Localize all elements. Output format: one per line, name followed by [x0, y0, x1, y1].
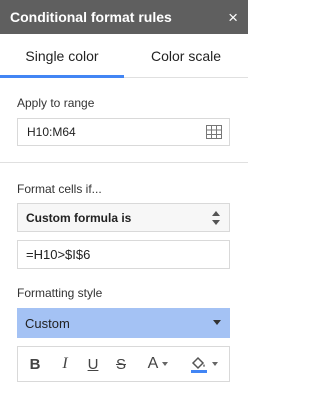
underline-button[interactable]: U	[82, 347, 104, 381]
chevron-down-icon	[212, 362, 218, 366]
formatting-style-value: Custom	[25, 315, 70, 331]
format-toolbar: B I U S A	[17, 346, 230, 382]
select-range-icon[interactable]	[206, 125, 222, 139]
strikethrough-button[interactable]: S	[110, 347, 132, 381]
condition-select[interactable]: Custom formula is	[17, 203, 230, 232]
text-color-button[interactable]: A	[140, 347, 176, 381]
condition-select-value: Custom formula is	[26, 210, 132, 225]
formatting-style-select[interactable]: Custom	[17, 308, 230, 338]
formula-value: =H10>$I$6	[26, 247, 91, 262]
text-color-icon: A	[147, 355, 159, 372]
italic-button[interactable]: I	[54, 347, 76, 381]
chevron-down-icon	[162, 362, 169, 366]
bold-button[interactable]: B	[24, 347, 46, 381]
format-cells-if-label: Format cells if...	[17, 182, 102, 196]
tab-color-scale-label: Color scale	[150, 48, 222, 64]
active-tab-indicator	[0, 75, 124, 78]
range-input[interactable]: H10:M64	[17, 118, 230, 146]
panel-title: Conditional format rules	[10, 9, 172, 25]
formula-input[interactable]: =H10>$I$6	[17, 240, 230, 269]
formatting-style-label: Formatting style	[17, 286, 103, 300]
range-value: H10:M64	[27, 125, 76, 139]
tab-color-scale[interactable]: Color scale	[124, 34, 248, 78]
up-down-arrows-icon	[212, 211, 220, 225]
section-divider	[0, 162, 248, 163]
fill-color-button[interactable]	[186, 347, 222, 381]
chevron-down-icon	[213, 320, 221, 325]
apply-to-range-label: Apply to range	[17, 96, 95, 110]
fill-color-icon	[191, 356, 207, 373]
tab-single-color[interactable]: Single color	[0, 34, 124, 78]
tab-single-color-label: Single color	[25, 48, 99, 64]
panel-header: Conditional format rules ×	[0, 0, 248, 34]
tab-bar: Single color Color scale	[0, 34, 248, 78]
close-icon[interactable]: ×	[228, 9, 238, 26]
